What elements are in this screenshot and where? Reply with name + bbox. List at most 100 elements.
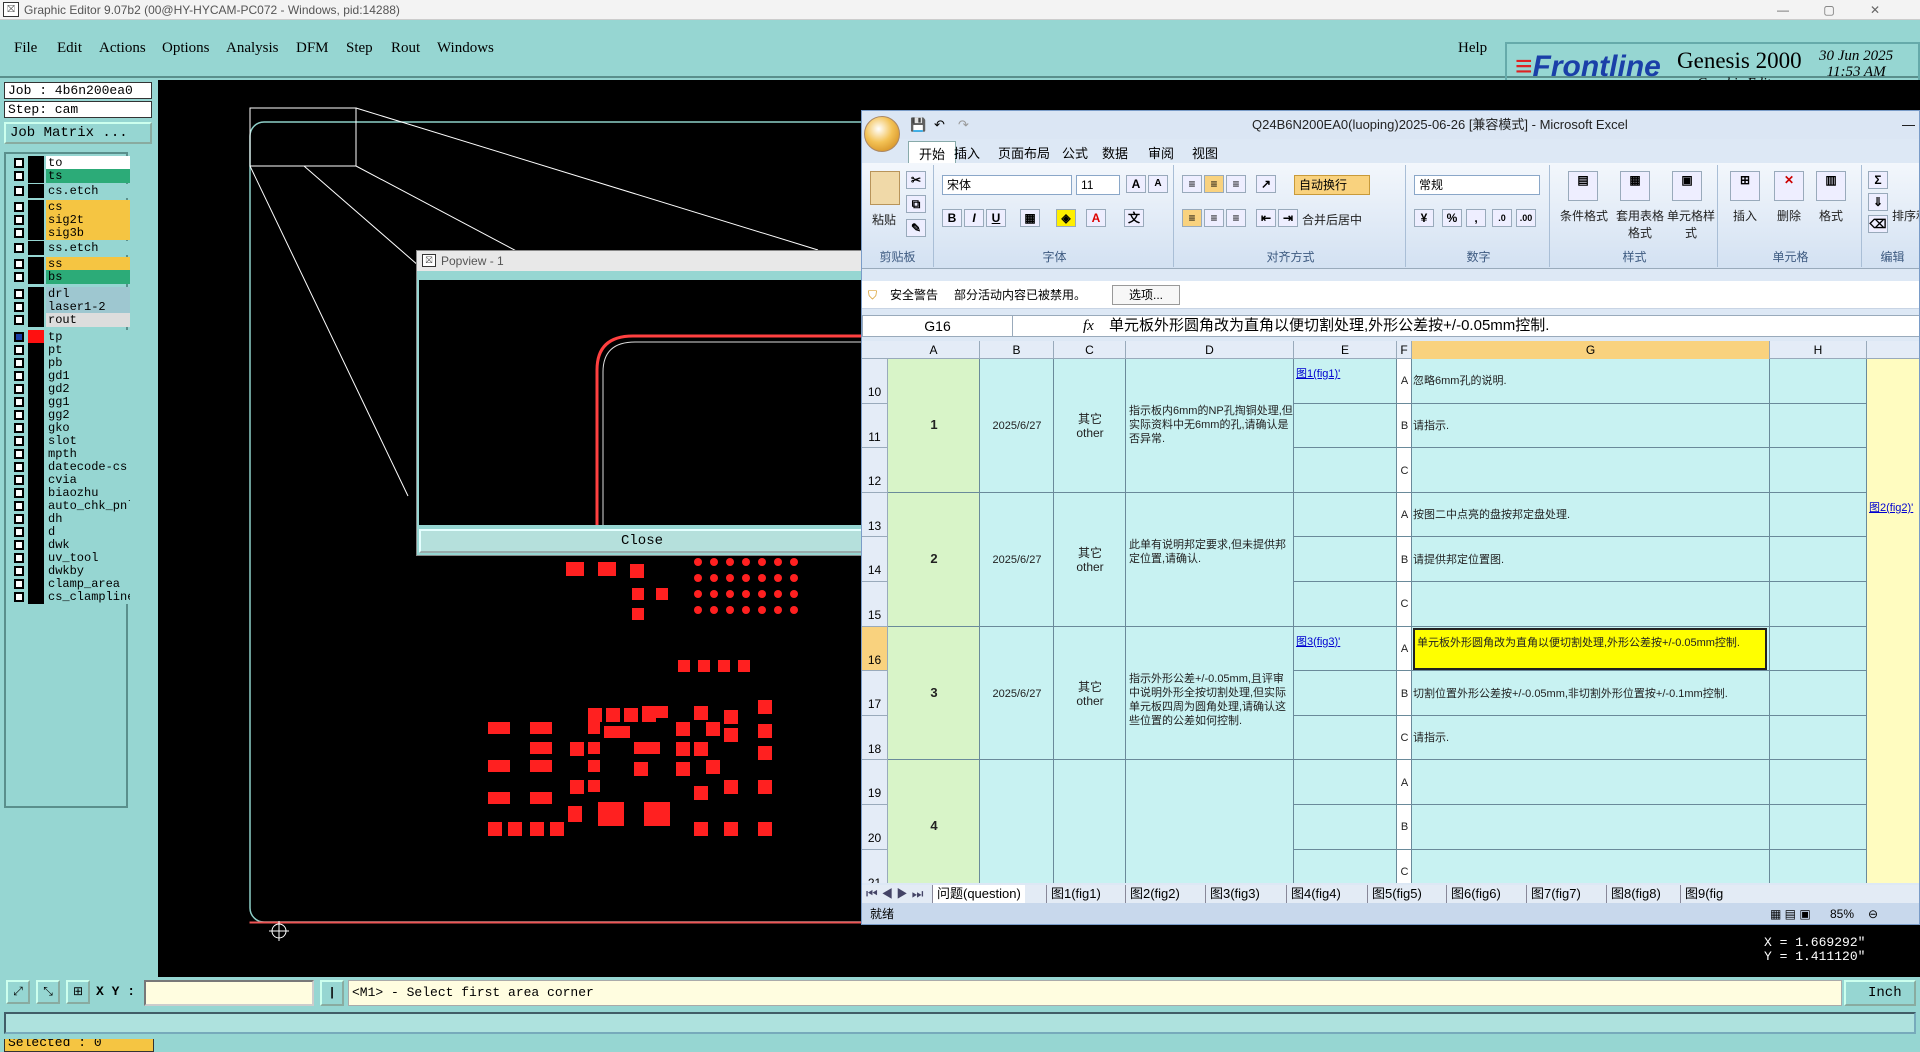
layer-row[interactable]: uv_tool: [8, 551, 130, 565]
layer-color-swatch[interactable]: [28, 156, 44, 170]
xy-input[interactable]: [144, 980, 314, 1006]
layer-checkbox[interactable]: [14, 243, 24, 253]
cell-description[interactable]: 指示板内6mm的NP孔掏铜处理,但实际资料中无6mm的孔,请确认是否异常.: [1129, 404, 1293, 464]
layer-name[interactable]: pb: [46, 356, 130, 370]
layer-color-swatch[interactable]: [28, 499, 44, 513]
cell-fig-link[interactable]: 图1(fig1)': [1296, 367, 1394, 381]
name-box[interactable]: G16: [863, 316, 1013, 336]
layer-row[interactable]: pb: [8, 356, 130, 370]
layer-color-swatch[interactable]: [28, 447, 44, 461]
align-bottom-icon[interactable]: ≡: [1226, 175, 1246, 193]
font-size-select[interactable]: 11: [1076, 175, 1120, 195]
cell-date[interactable]: 2025/6/27: [980, 553, 1054, 567]
cell-option-key[interactable]: C: [1397, 865, 1412, 879]
layer-name[interactable]: cvia: [46, 473, 130, 487]
align-right-icon[interactable]: ≡: [1226, 209, 1246, 227]
layer-row[interactable]: cs.etch: [8, 184, 130, 198]
layer-name[interactable]: dh: [46, 512, 130, 526]
font-name-select[interactable]: 宋体: [942, 175, 1072, 195]
layer-row[interactable]: rout: [8, 313, 130, 327]
column-header[interactable]: C: [1054, 341, 1126, 359]
comma-icon[interactable]: ,: [1466, 209, 1486, 227]
maximize-icon[interactable]: ▢: [1806, 0, 1852, 20]
layer-color-swatch[interactable]: [28, 241, 44, 255]
excel-minimize-icon[interactable]: —: [1902, 111, 1915, 139]
layer-row[interactable]: clamp_area: [8, 577, 130, 591]
cell-option-key[interactable]: A: [1397, 642, 1412, 656]
layer-name[interactable]: sig2t: [46, 213, 130, 227]
row-header[interactable]: 11: [862, 403, 888, 449]
layer-name[interactable]: uv_tool: [46, 551, 130, 565]
layer-checkbox[interactable]: [14, 289, 24, 299]
layer-color-swatch[interactable]: [28, 213, 44, 227]
layer-row[interactable]: gko: [8, 421, 130, 435]
cell-option-key[interactable]: C: [1397, 597, 1412, 611]
layer-checkbox[interactable]: [14, 553, 24, 563]
security-options-button[interactable]: 选项...: [1112, 285, 1181, 305]
layer-row[interactable]: gg2: [8, 408, 130, 422]
layer-row[interactable]: dh: [8, 512, 130, 526]
menu-options[interactable]: Options: [162, 40, 210, 57]
fill-icon[interactable]: ⇓: [1868, 193, 1888, 211]
layer-name[interactable]: cs_clampline: [46, 590, 130, 604]
units-button[interactable]: Inch: [1844, 980, 1916, 1006]
cell-style-icon[interactable]: ▣: [1672, 171, 1702, 201]
sheet-tab[interactable]: 图7(fig7): [1526, 885, 1585, 903]
layer-row[interactable]: tp: [8, 330, 130, 344]
column-header[interactable]: F: [1397, 341, 1412, 359]
layer-color-swatch[interactable]: [28, 460, 44, 474]
layer-color-swatch[interactable]: [28, 330, 44, 344]
ribbon-tab[interactable]: 视图: [1192, 143, 1218, 162]
format-button[interactable]: 格式: [1816, 207, 1846, 224]
row-header[interactable]: 20: [862, 805, 888, 850]
layer-name[interactable]: bs: [46, 270, 130, 284]
layer-name[interactable]: sig3b: [46, 226, 130, 240]
save-icon[interactable]: 💾: [910, 111, 926, 139]
column-header[interactable]: G: [1412, 341, 1770, 359]
layer-color-swatch[interactable]: [28, 525, 44, 539]
layer-checkbox[interactable]: [14, 272, 24, 282]
sheet-tab[interactable]: 图5(fig5): [1367, 885, 1426, 903]
redo-icon[interactable]: ↷: [958, 111, 969, 139]
format-cells-icon[interactable]: ▥: [1816, 171, 1846, 201]
increase-decimal-icon[interactable]: .0: [1492, 209, 1512, 227]
layer-row[interactable]: ss.etch: [8, 241, 130, 255]
sheet-tab[interactable]: 问题(question): [932, 885, 1025, 903]
layer-color-swatch[interactable]: [28, 369, 44, 383]
italic-icon[interactable]: I: [964, 209, 984, 227]
cell-option-value[interactable]: 请指示.: [1413, 419, 1767, 433]
layer-row[interactable]: sig2t: [8, 213, 130, 227]
cell-h-link[interactable]: 图2(fig2)': [1869, 501, 1919, 515]
row-header[interactable]: 21: [862, 849, 888, 883]
layer-color-swatch[interactable]: [28, 184, 44, 198]
layer-checkbox[interactable]: [14, 423, 24, 433]
cell-style-button[interactable]: 单元格样式: [1666, 207, 1716, 241]
sheet-tab[interactable]: 图9(fig: [1680, 885, 1727, 903]
layer-row[interactable]: dwk: [8, 538, 130, 552]
layer-row[interactable]: ss: [8, 257, 130, 271]
cell-type[interactable]: 其它 other: [1054, 546, 1126, 574]
layer-color-swatch[interactable]: [28, 287, 44, 301]
layer-color-swatch[interactable]: [28, 486, 44, 500]
popview-canvas[interactable]: [419, 280, 865, 525]
layer-color-swatch[interactable]: [28, 356, 44, 370]
ribbon-tab[interactable]: 开始: [908, 141, 957, 163]
layer-name[interactable]: cs.etch: [46, 184, 130, 198]
merge-center-button[interactable]: 合并后居中: [1302, 211, 1362, 228]
cell-type[interactable]: 其它 other: [1054, 412, 1126, 440]
format-painter-icon[interactable]: ✎: [906, 219, 926, 237]
layer-name[interactable]: to: [46, 156, 130, 170]
table-format-button[interactable]: 套用表格格式: [1612, 207, 1668, 241]
layer-checkbox[interactable]: [14, 579, 24, 589]
zoom-level[interactable]: 85%: [1830, 903, 1854, 924]
cell-date[interactable]: 2025/6/27: [980, 687, 1054, 701]
layer-color-swatch[interactable]: [28, 343, 44, 357]
layer-name[interactable]: rout: [46, 313, 130, 327]
ribbon-tab[interactable]: 插入: [954, 143, 980, 162]
cell-no[interactable]: 3: [888, 686, 980, 700]
layer-checkbox[interactable]: [14, 186, 24, 196]
clear-icon[interactable]: ⌫: [1868, 215, 1888, 233]
layer-color-swatch[interactable]: [28, 473, 44, 487]
cell-no[interactable]: 1: [888, 418, 980, 432]
orientation-icon[interactable]: ↗: [1256, 175, 1276, 193]
